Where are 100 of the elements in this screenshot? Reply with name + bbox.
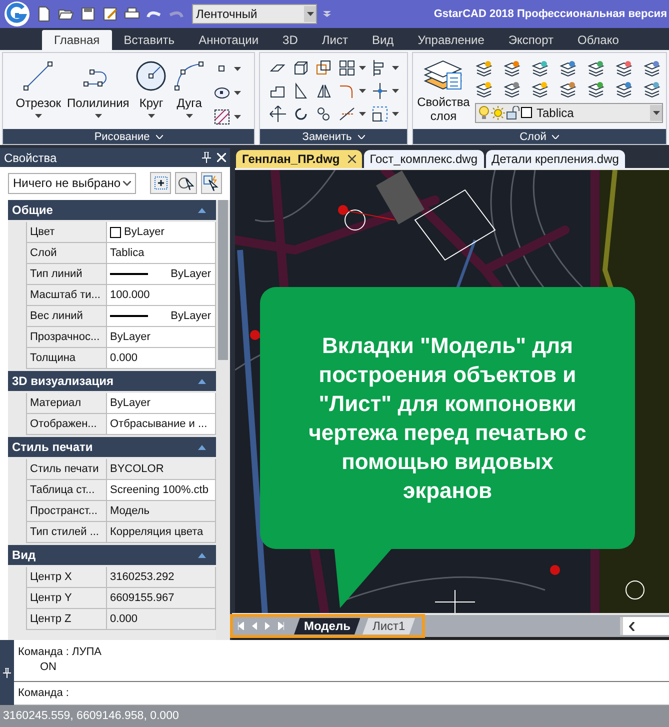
color-swatch-icon bbox=[521, 107, 532, 118]
color-swatch-icon bbox=[110, 226, 121, 238]
property-name: Цвет bbox=[26, 222, 107, 243]
document-tab[interactable]: Гост_комплекс.dwg bbox=[364, 150, 484, 168]
layer-stack-icon[interactable] bbox=[531, 60, 550, 78]
caret-icon bbox=[186, 114, 193, 118]
property-value[interactable]: 6609155.967 bbox=[107, 588, 216, 609]
panel-title[interactable]: Заменить bbox=[260, 129, 407, 144]
property-name: Центр X bbox=[26, 567, 107, 588]
group-header[interactable]: Вид bbox=[8, 545, 216, 565]
pin-icon[interactable] bbox=[202, 152, 211, 163]
layer-stack-icon[interactable] bbox=[587, 80, 606, 98]
property-value[interactable]: 0.000 bbox=[107, 609, 216, 630]
cube-icon[interactable] bbox=[292, 59, 310, 77]
tool-button[interactable]: Круг bbox=[139, 96, 164, 110]
tool-button[interactable]: Дуга bbox=[176, 96, 202, 110]
document-tab[interactable]: Детали крепления.dwg bbox=[486, 150, 625, 168]
app-logo-icon bbox=[4, 1, 30, 27]
caret-icon bbox=[148, 114, 155, 118]
save-as-icon[interactable] bbox=[102, 6, 118, 22]
layer-stack-icon[interactable] bbox=[475, 80, 494, 98]
layer-stack-icon[interactable] bbox=[643, 80, 662, 98]
ribbon-tab[interactable]: Экспорт bbox=[496, 30, 566, 50]
layer-dropdown[interactable]: Tablica bbox=[475, 102, 664, 122]
select-objects-button[interactable] bbox=[175, 172, 197, 194]
ribbon-tab[interactable]: 3D bbox=[270, 30, 310, 50]
tool-button[interactable]: Полилиния bbox=[67, 96, 130, 110]
quick-select-button[interactable] bbox=[150, 172, 172, 194]
arc-icon[interactable] bbox=[173, 60, 206, 92]
layout-tab[interactable]: Лист1 bbox=[362, 618, 416, 634]
tool-button[interactable]: Свойства слоя bbox=[415, 95, 472, 123]
group-header[interactable]: Общие bbox=[8, 200, 216, 220]
tool-button[interactable]: Отрезок bbox=[16, 96, 61, 110]
layer-stack-icon[interactable] bbox=[503, 60, 522, 78]
property-value[interactable]: ByLayer bbox=[107, 327, 216, 348]
property-value[interactable]: 0.000 bbox=[107, 348, 216, 369]
ribbon-tab[interactable]: Управление bbox=[406, 30, 496, 50]
pin-icon[interactable] bbox=[3, 668, 11, 678]
property-value[interactable]: Отбрасывание и ... bbox=[107, 414, 216, 435]
property-name: Отображен... bbox=[26, 414, 107, 435]
array-icon[interactable] bbox=[338, 59, 356, 77]
command-prompt[interactable]: Команда : bbox=[18, 687, 69, 699]
ribbon-tab[interactable]: Главная bbox=[42, 30, 112, 50]
layer-stack-icon[interactable] bbox=[587, 60, 606, 78]
property-value[interactable]: ByLayer bbox=[107, 306, 216, 327]
scrollbar[interactable] bbox=[216, 200, 230, 640]
document-tab[interactable]: Генплан_ПР.dwg bbox=[236, 150, 362, 168]
property-name: Материал bbox=[26, 393, 107, 414]
move-icon[interactable] bbox=[268, 105, 287, 123]
property-name: Тип стилей ... bbox=[26, 522, 107, 543]
copy-icon[interactable] bbox=[314, 59, 333, 77]
layer-stack-icon[interactable] bbox=[615, 80, 634, 98]
chevron-down-icon bbox=[358, 134, 365, 138]
horizontal-scrollbar[interactable] bbox=[620, 617, 669, 635]
chevron-left-icon[interactable] bbox=[629, 622, 635, 630]
property-value[interactable]: Модель bbox=[107, 501, 216, 522]
panel-title[interactable]: Рисование bbox=[3, 129, 254, 144]
circle-icon[interactable] bbox=[135, 60, 168, 92]
panel-title[interactable]: Слой bbox=[412, 129, 666, 144]
layer-stack-icon[interactable] bbox=[643, 60, 662, 78]
caret-icon bbox=[94, 114, 102, 118]
cursor-icon bbox=[178, 175, 194, 191]
layer-stack-icon[interactable] bbox=[559, 80, 578, 98]
close-icon[interactable] bbox=[348, 155, 356, 163]
callout-pointer bbox=[334, 546, 394, 608]
caret-icon bbox=[358, 66, 366, 70]
ribbon-tab[interactable]: Лист bbox=[310, 30, 360, 50]
pickadd-button[interactable] bbox=[200, 172, 222, 194]
group-header[interactable]: Стиль печати bbox=[8, 437, 216, 457]
layer-stack-icon[interactable] bbox=[503, 80, 522, 98]
layer-stack-icon[interactable] bbox=[615, 60, 634, 78]
property-value[interactable]: Корреляция цвета bbox=[107, 522, 216, 543]
property-value[interactable]: ByLayer bbox=[107, 264, 216, 285]
caret-icon bbox=[358, 89, 366, 93]
mirror-icon[interactable] bbox=[314, 82, 333, 100]
new-document-icon[interactable] bbox=[36, 6, 52, 22]
caret-icon bbox=[234, 115, 242, 119]
layout-tab[interactable]: Модель bbox=[294, 618, 360, 634]
property-value[interactable]: 3160253.292 bbox=[107, 567, 216, 588]
layer-stack-icon[interactable] bbox=[559, 60, 578, 78]
layer-stack-icon[interactable] bbox=[531, 80, 550, 98]
selection-dropdown[interactable]: Ничего не выбрано bbox=[8, 172, 136, 194]
property-value[interactable]: ByLayer bbox=[107, 393, 216, 414]
property-value[interactable]: Screening 100%.ctb bbox=[107, 480, 216, 501]
caret-icon bbox=[234, 67, 242, 71]
line-sample-icon bbox=[110, 273, 148, 275]
save-icon[interactable] bbox=[80, 6, 96, 22]
property-value[interactable]: Tablica bbox=[107, 243, 216, 264]
ribbon-tab[interactable]: Аннотации bbox=[186, 30, 271, 50]
workspace-dropdown[interactable]: Ленточный bbox=[192, 4, 317, 24]
hatch-icon[interactable] bbox=[213, 108, 232, 126]
property-value[interactable]: ByLayer bbox=[107, 222, 216, 243]
group-header[interactable]: 3D визуализация bbox=[8, 371, 216, 391]
ribbon-tab[interactable]: Облако bbox=[566, 30, 631, 50]
property-value[interactable]: BYCOLOR bbox=[107, 459, 216, 480]
ribbon-tab[interactable]: Вставить bbox=[112, 30, 187, 50]
layer-stack-icon[interactable] bbox=[475, 60, 494, 78]
property-value[interactable]: 100.000 bbox=[107, 285, 216, 306]
ribbon-tab[interactable]: Вид bbox=[360, 30, 406, 50]
line-icon[interactable] bbox=[22, 60, 54, 92]
